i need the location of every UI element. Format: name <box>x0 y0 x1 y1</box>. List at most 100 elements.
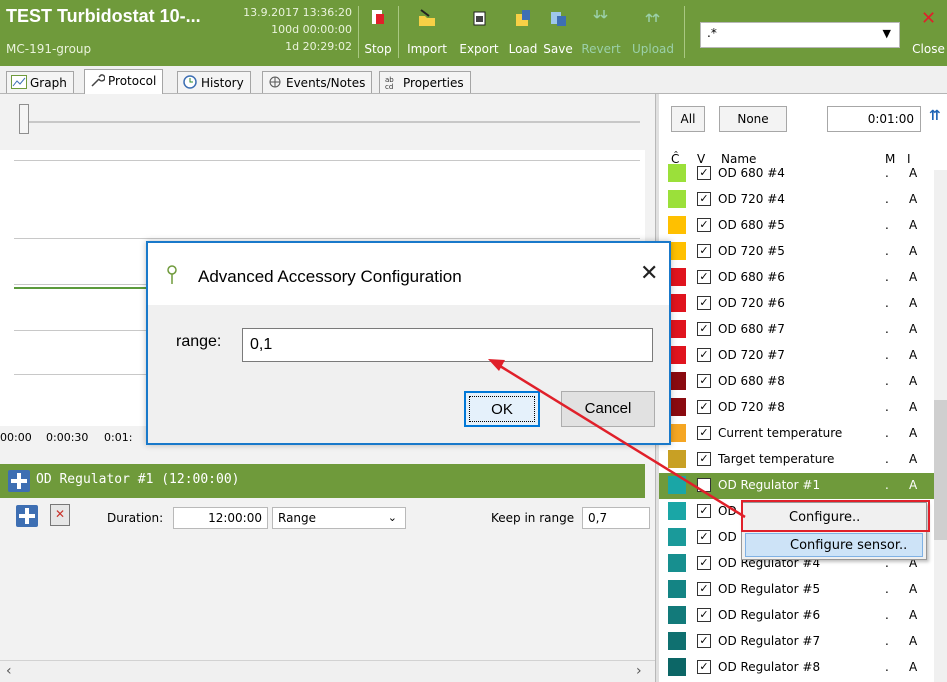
sensor-row[interactable]: ✓ OD Regulator #5. A <box>659 577 947 603</box>
color-swatch[interactable] <box>668 528 686 546</box>
sensor-row[interactable]: ✓ Current temperature. A <box>659 421 947 447</box>
visibility-checkbox[interactable]: ✓ <box>697 218 711 232</box>
visibility-checkbox[interactable]: ✓ <box>697 348 711 362</box>
sensor-row[interactable]: ✓ OD 680 #6. A <box>659 265 947 291</box>
time-tick: 0:00:30 <box>46 431 89 444</box>
import-button[interactable]: Import <box>402 6 452 60</box>
save-icon <box>540 8 576 34</box>
double-up-arrow-icon[interactable]: ⇈ <box>929 108 941 124</box>
sensor-row[interactable]: ✓ OD 720 #8. A <box>659 395 947 421</box>
sensor-row[interactable]: ✓ OD 680 #5. A <box>659 213 947 239</box>
time-slider-thumb[interactable] <box>19 104 29 134</box>
scroll-left-icon[interactable]: ‹ <box>6 663 12 679</box>
visibility-checkbox[interactable]: ✓ <box>697 400 711 414</box>
scroll-right-icon[interactable]: › <box>636 663 642 679</box>
sensor-row[interactable]: ✓ OD Regulator #1. A <box>659 473 947 499</box>
visibility-checkbox[interactable]: ✓ <box>697 504 711 518</box>
range-input[interactable]: 0,1 <box>242 328 653 362</box>
tab-events-label: Events/Notes <box>286 76 366 90</box>
save-button[interactable]: Save <box>540 6 576 60</box>
color-swatch[interactable] <box>668 190 686 208</box>
color-swatch[interactable] <box>668 580 686 598</box>
advanced-accessory-dialog: Advanced Accessory Configuration ✕ range… <box>146 241 671 445</box>
sensor-row[interactable]: ✓ OD 680 #8. A <box>659 369 947 395</box>
menu-item-configure-sensor[interactable]: Configure sensor.. <box>745 533 923 557</box>
sensor-m: . <box>885 400 889 414</box>
sensor-row[interactable]: ✓ OD 680 #7. A <box>659 317 947 343</box>
color-swatch[interactable] <box>668 476 686 494</box>
sensor-row[interactable]: ✓ OD 680 #4. A <box>659 161 947 187</box>
visibility-checkbox[interactable]: ✓ <box>697 556 711 570</box>
select-all-button[interactable]: All <box>671 106 705 132</box>
sensor-row[interactable]: ✓ OD Regulator #7. A <box>659 629 947 655</box>
time-window-input[interactable]: 0:01:00 <box>827 106 921 132</box>
delete-icon[interactable] <box>50 504 70 526</box>
visibility-checkbox[interactable]: ✓ <box>697 322 711 336</box>
keep-in-range-input[interactable]: 0,7 <box>582 507 650 529</box>
cancel-button[interactable]: Cancel <box>561 391 655 427</box>
select-none-button[interactable]: None <box>719 106 787 132</box>
sensor-name: OD 680 #7 <box>718 322 785 336</box>
add-step-icon[interactable] <box>16 505 38 527</box>
visibility-checkbox[interactable]: ✓ <box>697 426 711 440</box>
visibility-checkbox[interactable]: ✓ <box>697 244 711 258</box>
color-swatch[interactable] <box>668 658 686 676</box>
sensor-m: . <box>885 296 889 310</box>
visibility-checkbox[interactable]: ✓ <box>697 270 711 284</box>
sensor-row[interactable]: ✓ OD 720 #4. A <box>659 187 947 213</box>
ok-button[interactable]: OK <box>464 391 540 427</box>
visibility-checkbox[interactable]: ✓ <box>697 530 711 544</box>
visibility-checkbox[interactable]: ✓ <box>697 660 711 674</box>
sensor-row[interactable]: ✓ OD Regulator #8. A <box>659 655 947 681</box>
visibility-checkbox[interactable]: ✓ <box>697 582 711 596</box>
regulator-header[interactable]: OD Regulator #1 (12:00:00) <box>0 464 645 498</box>
toolbar-divider <box>684 6 685 58</box>
close-icon[interactable]: ✕ <box>640 261 658 286</box>
tab-events[interactable]: Events/Notes <box>262 71 373 93</box>
color-swatch[interactable] <box>668 606 686 624</box>
tab-protocol-label: Protocol <box>108 74 157 88</box>
upload-button[interactable]: Upload <box>626 6 680 60</box>
load-button[interactable]: Load <box>506 6 540 60</box>
visibility-checkbox[interactable]: ✓ <box>697 374 711 388</box>
sensor-row[interactable]: ✓ OD 720 #7. A <box>659 343 947 369</box>
sensor-row[interactable]: ✓ Target temperature. A <box>659 447 947 473</box>
color-swatch[interactable] <box>668 164 686 182</box>
color-swatch[interactable] <box>668 632 686 650</box>
scrollbar-thumb[interactable] <box>934 400 947 540</box>
tab-graph[interactable]: Graph <box>6 71 74 93</box>
filter-dropdown[interactable]: .* ▼ <box>700 22 900 48</box>
sensor-m: . <box>885 660 889 674</box>
vertical-scrollbar[interactable] <box>934 170 947 682</box>
visibility-checkbox[interactable]: ✓ <box>697 296 711 310</box>
visibility-checkbox[interactable]: ✓ <box>697 478 711 492</box>
duration-input[interactable]: 12:00:00 <box>173 507 268 529</box>
sensor-row[interactable]: ✓ OD 720 #5. A <box>659 239 947 265</box>
color-swatch[interactable] <box>668 450 686 468</box>
revert-button[interactable]: Revert <box>576 6 626 60</box>
visibility-checkbox[interactable]: ✓ <box>697 452 711 466</box>
mode-select[interactable]: Range ⌄ <box>272 507 406 529</box>
time-slider-track[interactable] <box>22 121 640 123</box>
visibility-checkbox[interactable]: ✓ <box>697 166 711 180</box>
visibility-checkbox[interactable]: ✓ <box>697 634 711 648</box>
visibility-checkbox[interactable]: ✓ <box>697 608 711 622</box>
add-icon[interactable] <box>8 470 30 492</box>
tab-protocol[interactable]: Protocol <box>84 69 164 94</box>
horizontal-scrollbar[interactable]: ‹ › <box>0 660 655 682</box>
sensor-name: OD Regulator #7 <box>718 634 821 648</box>
tab-properties[interactable]: ab cd Properties <box>379 71 471 93</box>
visibility-checkbox[interactable]: ✓ <box>697 192 711 206</box>
color-swatch[interactable] <box>668 502 686 520</box>
sensor-m: . <box>885 218 889 232</box>
color-swatch[interactable] <box>668 216 686 234</box>
color-swatch[interactable] <box>668 554 686 572</box>
experiment-title: TEST Turbidostat 10-... <box>6 6 201 26</box>
stop-button[interactable]: Stop <box>362 6 394 60</box>
sensor-name: OD 680 #8 <box>718 374 785 388</box>
export-button[interactable]: Export <box>452 6 506 60</box>
close-button[interactable]: ✕ Close <box>910 6 947 60</box>
sensor-row[interactable]: ✓ OD Regulator #6. A <box>659 603 947 629</box>
tab-history[interactable]: History <box>177 71 251 93</box>
sensor-row[interactable]: ✓ OD 720 #6. A <box>659 291 947 317</box>
